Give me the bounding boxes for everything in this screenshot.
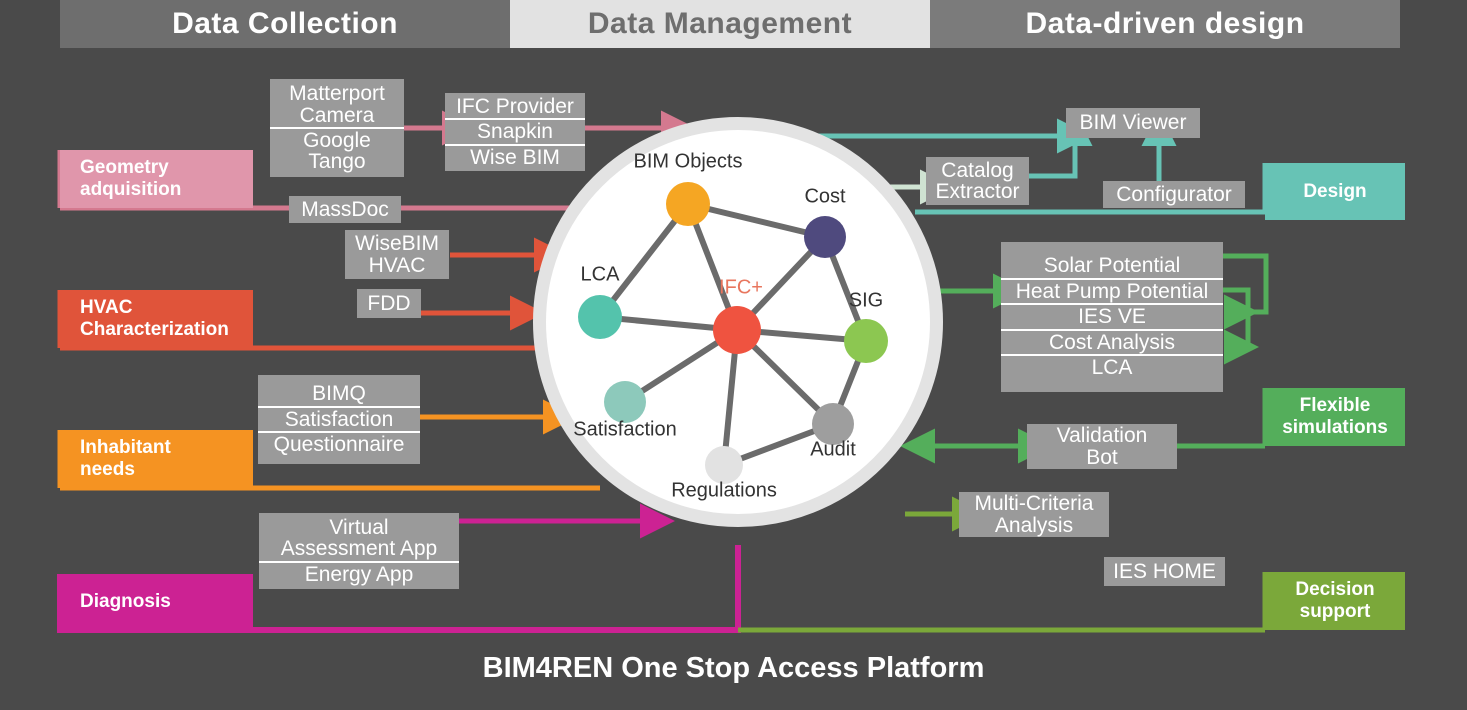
outcome-flexible-simulations[interactable]: Flexible simulations (1265, 388, 1405, 446)
box-capture-devices[interactable]: Matterport Camera Google Tango (270, 79, 404, 177)
box-line: Multi-Criteria Analysis (974, 492, 1094, 537)
category-label: Geometry adquisition (80, 157, 182, 200)
network-node-satisfaction[interactable] (604, 381, 646, 423)
outcome-design[interactable]: Design (1265, 163, 1405, 220)
outcome-decision-support[interactable]: Decision support (1265, 572, 1405, 630)
box-line: IES VE (1001, 303, 1223, 328)
network-node-lca[interactable] (578, 295, 622, 339)
tab-data-collection[interactable]: Data Collection (60, 0, 510, 48)
box-line: IFC Provider (456, 94, 574, 118)
network-node-label-bimobjects: BIM Objects (633, 150, 743, 173)
page-title: BIM4REN One Stop Access Platform (482, 652, 985, 684)
box-line: BIMQ (312, 382, 366, 406)
box-ies-home[interactable]: IES HOME (1104, 557, 1225, 586)
tab-data-management[interactable]: Data Management (510, 0, 930, 48)
diagram-canvas: Data Collection Data Management Data-dri… (0, 0, 1467, 710)
box-fdd[interactable]: FDD (357, 289, 421, 318)
network-node-regulations[interactable] (705, 446, 743, 484)
category-inhabitant[interactable]: Inhabitant needs (60, 430, 253, 488)
outcome-label: Decision support (1295, 579, 1375, 622)
network-center-label: IFC+ (719, 276, 763, 299)
box-line: Energy App (259, 560, 459, 586)
network-node-label-satisfaction: Satisfaction (573, 418, 677, 441)
box-bim-viewer[interactable]: BIM Viewer (1066, 108, 1200, 138)
network-node-ifc[interactable] (713, 306, 761, 354)
box-line: MassDoc (301, 197, 389, 221)
tab-label: Data Collection (172, 7, 398, 40)
network-node-sig[interactable] (844, 319, 888, 363)
box-wisebim-hvac[interactable]: WiseBIM HVAC (345, 230, 449, 279)
category-label: Inhabitant needs (80, 437, 171, 480)
tab-label: Data-driven design (1025, 7, 1305, 40)
box-line: Configurator (1116, 182, 1232, 206)
network-node-label-sig: SIG (848, 289, 884, 312)
category-label: Diagnosis (80, 591, 171, 613)
category-hvac[interactable]: HVAC Characterization (60, 290, 253, 348)
network-node-label-lca: LCA (580, 263, 620, 286)
network-node-label-cost: Cost (804, 185, 846, 208)
box-assessment-apps[interactable]: Virtual Assessment App Energy App (259, 513, 459, 589)
box-configurator[interactable]: Configurator (1103, 181, 1245, 208)
box-line: Validation Bot (1056, 424, 1148, 469)
box-validation-bot[interactable]: Validation Bot (1027, 424, 1177, 469)
box-line: Virtual Assessment App (280, 515, 438, 561)
box-line: Matterport Camera (289, 82, 385, 127)
box-line: LCA (1001, 354, 1223, 379)
box-line: Solar Potential (1043, 254, 1181, 278)
box-line: Satisfaction (258, 405, 420, 431)
outcome-label: Flexible simulations (1282, 395, 1388, 438)
platform-network (578, 182, 888, 484)
network-node-cost[interactable] (804, 216, 846, 258)
network-node-label-regulations: Regulations (671, 479, 777, 502)
box-line: BIM Viewer (1079, 111, 1187, 135)
category-diagnosis[interactable]: Diagnosis (60, 574, 253, 630)
tab-data-driven-design[interactable]: Data-driven design (930, 0, 1400, 48)
category-geometry[interactable]: Geometry adquisition (60, 150, 253, 208)
box-line: Heat Pump Potential (1001, 277, 1223, 303)
box-line: Questionnaire (258, 431, 420, 456)
box-massdoc[interactable]: MassDoc (289, 196, 401, 223)
box-line: Cost Analysis (1001, 328, 1223, 354)
network-node-label-audit: Audit (810, 438, 856, 461)
category-label: HVAC Characterization (80, 297, 229, 340)
box-simulation-tools[interactable]: Solar Potential Heat Pump Potential IES … (1001, 242, 1223, 392)
tab-label: Data Management (587, 7, 853, 40)
outcome-label: Design (1303, 180, 1367, 202)
box-bimq-group[interactable]: BIMQ Satisfaction Questionnaire (258, 375, 420, 464)
box-line: WiseBIM HVAC (355, 232, 439, 277)
box-line: Google Tango (270, 127, 404, 174)
box-line: FDD (367, 291, 411, 315)
box-multi-criteria-analysis[interactable]: Multi-Criteria Analysis (959, 492, 1109, 537)
box-line: IES HOME (1113, 559, 1216, 583)
network-node-bimobjects[interactable] (666, 182, 710, 226)
